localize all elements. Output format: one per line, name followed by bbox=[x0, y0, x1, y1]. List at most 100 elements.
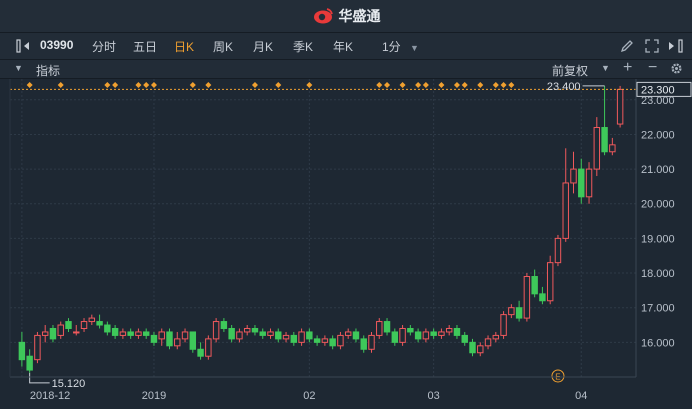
candle-body bbox=[259, 331, 266, 336]
brand: 华盛通 bbox=[312, 6, 381, 26]
y-tick-label: 16.000 bbox=[641, 337, 675, 349]
adjust-chevron-down-icon[interactable]: ▼ bbox=[601, 63, 610, 73]
candle-body bbox=[368, 334, 375, 350]
candle bbox=[212, 318, 220, 343]
candle-body bbox=[313, 338, 321, 343]
dividend-marker bbox=[135, 82, 142, 88]
candle bbox=[80, 318, 88, 332]
candle bbox=[34, 331, 41, 364]
period-toolbar: 03990 分时 五日 日K 周K 月K 季K 年K 1分 ▼ bbox=[0, 33, 692, 60]
candle bbox=[492, 331, 500, 343]
candle-body bbox=[96, 321, 103, 326]
candle-body bbox=[166, 331, 173, 347]
dividend-marker bbox=[57, 82, 64, 88]
dividend-marker bbox=[143, 82, 150, 88]
minute-select[interactable]: 1分 ▼ bbox=[382, 38, 419, 55]
y-tick-label: 18.000 bbox=[641, 268, 675, 280]
y-tick-label: 20.000 bbox=[641, 199, 675, 211]
candlestick-chart[interactable]: 23.30023.40015.120E 23.00022.00021.00020… bbox=[0, 79, 692, 409]
price-adjust-select[interactable]: 前复权 bbox=[552, 62, 588, 79]
caret-down-icon[interactable]: ▼ bbox=[14, 63, 23, 73]
fullscreen-icon[interactable] bbox=[645, 39, 659, 53]
indicator-label[interactable]: 指标 bbox=[36, 62, 60, 79]
candle-body bbox=[142, 331, 150, 336]
dividend-marker bbox=[251, 82, 258, 88]
candle bbox=[321, 335, 329, 346]
tab-intraday[interactable]: 分时 bbox=[92, 38, 116, 55]
candle bbox=[282, 331, 290, 343]
tab-monthly-k[interactable]: 月K bbox=[253, 38, 273, 55]
dividend-marker bbox=[500, 82, 507, 88]
candle-body bbox=[609, 144, 616, 153]
candle-body bbox=[453, 327, 461, 336]
candle-body bbox=[275, 331, 282, 340]
candle-body bbox=[585, 168, 593, 198]
candle bbox=[65, 318, 72, 332]
candle-body bbox=[135, 331, 142, 336]
candle bbox=[407, 325, 414, 336]
candle-body bbox=[601, 127, 608, 153]
tab-quarterly-k[interactable]: 季K bbox=[293, 38, 313, 55]
candle bbox=[422, 328, 430, 343]
candle-body bbox=[243, 327, 251, 333]
candle-body bbox=[251, 327, 259, 333]
candle bbox=[267, 328, 274, 339]
tab-daily-k[interactable]: 日K bbox=[174, 38, 194, 55]
candle-body bbox=[508, 307, 515, 316]
gear-icon[interactable] bbox=[670, 62, 683, 75]
add-indicator-icon[interactable]: + bbox=[623, 59, 632, 77]
candle bbox=[523, 273, 531, 322]
candle bbox=[376, 318, 383, 339]
candle-body bbox=[360, 338, 367, 350]
candle-body bbox=[515, 307, 523, 319]
tab-weekly-k[interactable]: 周K bbox=[213, 38, 233, 55]
candle-body bbox=[562, 182, 569, 239]
dividend-marker bbox=[376, 82, 383, 88]
candle bbox=[189, 331, 197, 353]
y-tick-label: 23.000 bbox=[641, 95, 675, 107]
candle bbox=[158, 328, 165, 346]
candle-body bbox=[18, 341, 26, 361]
candle-body bbox=[49, 327, 57, 340]
expand-left-icon[interactable] bbox=[16, 39, 34, 53]
candle bbox=[539, 286, 546, 305]
candle bbox=[562, 148, 569, 242]
candle-body bbox=[352, 331, 360, 340]
candle-body bbox=[430, 331, 437, 336]
remove-indicator-icon[interactable]: − bbox=[648, 59, 657, 77]
candle-body bbox=[484, 338, 492, 347]
dividend-marker bbox=[104, 82, 111, 88]
candle-body bbox=[407, 327, 414, 333]
candle-body bbox=[337, 334, 344, 347]
candle bbox=[383, 318, 391, 336]
dividend-marker bbox=[384, 82, 391, 88]
pencil-icon[interactable] bbox=[620, 39, 634, 53]
candle bbox=[445, 325, 453, 336]
candle bbox=[96, 314, 103, 329]
candle-body bbox=[150, 334, 158, 343]
candle-body bbox=[422, 331, 430, 340]
y-tick-label: 17.000 bbox=[641, 303, 675, 315]
tab-five-day[interactable]: 五日 bbox=[133, 38, 157, 55]
candle bbox=[430, 328, 437, 339]
candle bbox=[329, 335, 336, 350]
candle-body bbox=[329, 338, 336, 347]
candle-body bbox=[158, 331, 165, 340]
candle-body bbox=[26, 355, 33, 371]
candle-body bbox=[391, 331, 399, 343]
candle-body bbox=[445, 327, 453, 333]
x-tick-label: 03 bbox=[428, 390, 440, 402]
candle bbox=[593, 117, 601, 177]
tab-yearly-k[interactable]: 年K bbox=[333, 38, 353, 55]
candle bbox=[41, 325, 49, 343]
expand-right-icon[interactable] bbox=[667, 39, 685, 53]
dividend-marker bbox=[461, 82, 468, 88]
candle bbox=[127, 328, 134, 339]
dividend-marker bbox=[422, 82, 429, 88]
candle-body bbox=[57, 324, 64, 336]
candle bbox=[73, 325, 80, 336]
candle bbox=[142, 328, 150, 339]
brand-logo-icon bbox=[313, 8, 333, 24]
candle bbox=[554, 234, 562, 267]
candle bbox=[609, 137, 616, 156]
